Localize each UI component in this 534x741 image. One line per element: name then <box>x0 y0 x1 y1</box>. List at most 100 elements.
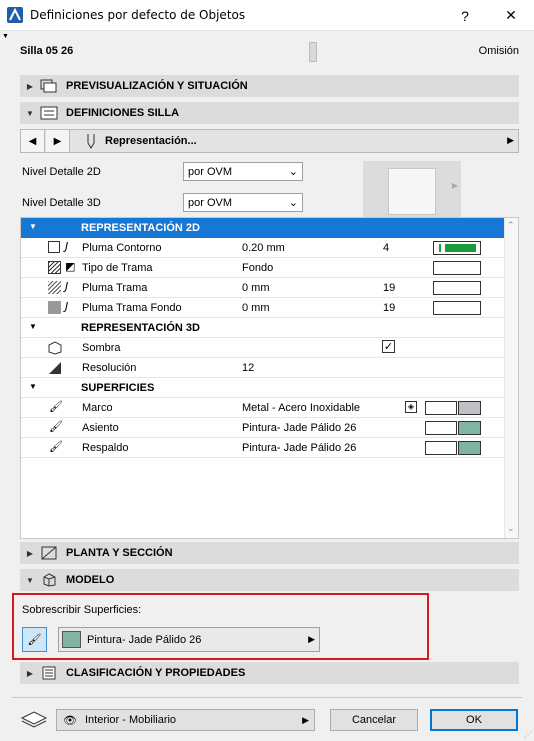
expand-icon: ▶ <box>26 668 34 678</box>
param-name: Pluma Trama Fondo <box>82 302 182 314</box>
caret-icon: ▼ <box>2 33 9 40</box>
title-bar: Definiciones por defecto de Objetos ? ✕ <box>0 0 534 31</box>
pen-swatch[interactable] <box>433 281 481 295</box>
section-label: PLANTA Y SECCIÓN <box>66 547 173 559</box>
param-name: Resolución <box>82 362 137 374</box>
background-pen-icon <box>48 301 61 314</box>
material-color[interactable] <box>458 441 481 455</box>
group-rep2d[interactable]: ▼ REPRESENTACIÓN 2D <box>21 218 505 238</box>
scroll-up-icon[interactable]: ⌃ <box>507 220 515 231</box>
section-model[interactable]: ▼ MODELO <box>20 569 519 591</box>
table-row[interactable]: Sombra ✓ <box>21 338 505 358</box>
resize-grip-icon[interactable]: ⋰ <box>524 730 532 739</box>
default-label: Omisión <box>478 45 519 57</box>
chevron-down-icon: ⌄ <box>288 166 298 178</box>
section-label: PREVISUALIZACIÓN Y SITUACIÓN <box>66 80 248 92</box>
table-row[interactable]: ◩ Tipo de Trama Fondo <box>21 258 505 278</box>
pen-icon <box>87 134 95 149</box>
detail-2d-select[interactable]: por OVM ⌄ <box>183 162 303 181</box>
param-value[interactable]: Pintura- Jade Pálido 26 <box>242 422 356 434</box>
expand-icon: ▶ <box>26 548 34 558</box>
material-swatch[interactable] <box>425 401 457 415</box>
table-row[interactable]: 🖌 Asiento Pintura- Jade Pálido 26 <box>21 418 505 438</box>
parameter-nav: ◀ ▶ Representación... ▶ <box>20 129 519 153</box>
cancel-button[interactable]: Cancelar <box>330 709 418 731</box>
scroll-down-icon[interactable]: ⌄ <box>507 523 515 534</box>
ok-button[interactable]: OK <box>430 709 518 731</box>
param-value[interactable]: Fondo <box>242 262 273 274</box>
material-color <box>62 631 81 648</box>
param-value[interactable]: 0.20 mm <box>242 242 285 254</box>
group-rep3d[interactable]: ▼ REPRESENTACIÓN 3D <box>21 318 505 338</box>
section-classification[interactable]: ▶ CLASIFICACIÓN Y PROPIEDADES <box>20 662 519 684</box>
detail-3d-select[interactable]: por OVM ⌄ <box>183 193 303 212</box>
material-color[interactable] <box>458 401 481 415</box>
fill-type-icon: ◩ <box>65 261 76 273</box>
layer-select[interactable]: 👁 Interior - Mobiliario ▶ <box>56 709 315 731</box>
param-num[interactable]: 19 <box>383 302 395 314</box>
table-row[interactable]: 🖌 Marco Metal - Acero Inoxidable ◈ <box>21 398 505 418</box>
eye-icon: 👁 <box>63 714 77 727</box>
table-row[interactable]: Resolución 12 <box>21 358 505 378</box>
table-scrollbar[interactable]: ⌃ ⌄ <box>504 218 518 538</box>
next-button[interactable]: ▶ <box>46 130 70 152</box>
help-button[interactable]: ? <box>442 0 488 31</box>
material-color[interactable] <box>458 421 481 435</box>
section-preview[interactable]: ▶ PREVISUALIZACIÓN Y SITUACIÓN <box>20 75 519 97</box>
param-name: Marco <box>82 402 113 414</box>
preview-icon <box>40 79 57 93</box>
fill-swatch[interactable] <box>433 261 481 275</box>
param-value[interactable]: 0 mm <box>242 282 270 294</box>
table-row[interactable]: 🖌 Respaldo Pintura- Jade Pálido 26 <box>21 438 505 458</box>
param-name: Sombra <box>82 342 121 354</box>
texture-icon[interactable]: ◈ <box>405 401 417 413</box>
picker-arrow-icon: ▶ <box>308 634 315 644</box>
window-title: Definiciones por defecto de Objetos <box>30 8 246 22</box>
layers-icon <box>20 711 48 728</box>
collapse-icon: ▼ <box>26 108 34 118</box>
param-value[interactable]: Metal - Acero Inoxidable <box>242 402 360 414</box>
material-swatch[interactable] <box>425 441 457 455</box>
collapse-icon: ▼ <box>29 322 37 331</box>
footer-divider <box>12 697 522 698</box>
param-num[interactable]: 19 <box>383 282 395 294</box>
layer-name: Interior - Mobiliario <box>84 714 177 726</box>
param-num[interactable]: 4 <box>383 242 389 254</box>
section-plan[interactable]: ▶ PLANTA Y SECCIÓN <box>20 542 519 564</box>
param-value[interactable]: Pintura- Jade Pálido 26 <box>242 442 356 454</box>
parameters-icon <box>40 106 58 120</box>
collapse-icon: ▼ <box>26 575 34 585</box>
material-swatch[interactable] <box>425 421 457 435</box>
close-button[interactable]: ✕ <box>488 0 534 31</box>
preview-thumbnail[interactable]: ▶ <box>363 161 461 223</box>
pen-swatch[interactable] <box>433 241 481 255</box>
table-row[interactable]: 𝘑 Pluma Contorno 0.20 mm 4 <box>21 238 505 258</box>
param-name: Pluma Contorno <box>82 242 162 254</box>
param-value[interactable]: 12 <box>242 362 254 374</box>
param-value[interactable]: 0 mm <box>242 302 270 314</box>
section-label: MODELO <box>66 574 115 586</box>
prev-button[interactable]: ◀ <box>21 130 45 152</box>
group-label: REPRESENTACIÓN 2D <box>81 222 200 234</box>
hatch-icon <box>48 261 61 274</box>
collapse-icon: ▼ <box>29 382 37 391</box>
nav-arrow-icon: ▶ <box>507 135 514 145</box>
hatch-pen-icon <box>48 281 61 294</box>
paint-brush-icon: 🖌 <box>27 634 42 646</box>
section-chair[interactable]: ▼ DEFINICIONES SILLA <box>20 102 519 124</box>
group-surfaces[interactable]: ▼ SUPERFICIES <box>21 378 505 398</box>
material-picker[interactable]: Pintura- Jade Pálido 26 ▶ <box>58 627 320 652</box>
nav-label[interactable]: Representación... <box>105 135 197 147</box>
shadow-checkbox[interactable]: ✓ <box>382 340 395 353</box>
section-label: CLASIFICACIÓN Y PROPIEDADES <box>66 667 246 679</box>
archicad-icon <box>7 7 23 23</box>
pen-swatch[interactable] <box>433 301 481 315</box>
table-row[interactable]: 𝘑 Pluma Trama 0 mm 19 <box>21 278 505 298</box>
pen-icon: 𝘑 <box>65 241 69 253</box>
table-row[interactable]: 𝘑 Pluma Trama Fondo 0 mm 19 <box>21 298 505 318</box>
override-toggle-button[interactable]: 🖌 <box>22 627 47 652</box>
checkbox-icon <box>48 241 60 253</box>
detail-2d-value: por OVM <box>188 165 233 178</box>
paint-brush-icon: 🖌 <box>49 421 63 433</box>
favorites-handle[interactable] <box>309 42 317 62</box>
